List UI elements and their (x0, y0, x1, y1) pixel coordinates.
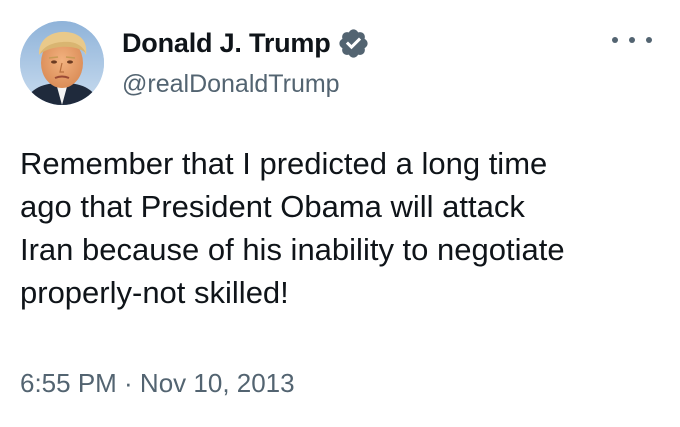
avatar-photo (20, 21, 104, 105)
display-name-row: Donald J. Trump (122, 24, 370, 62)
avatar[interactable] (20, 21, 104, 105)
tweet-card: Donald J. Trump @realDonaldTrump Remembe… (0, 0, 680, 427)
more-dot (612, 37, 618, 43)
more-options-icon[interactable] (612, 28, 652, 52)
tweet-timestamp[interactable]: 6:55 PM · Nov 10, 2013 (20, 368, 295, 399)
user-handle[interactable]: @realDonaldTrump (122, 70, 340, 99)
verified-badge-icon (337, 27, 370, 60)
more-dot (646, 37, 652, 43)
tweet-text: Remember that I predicted a long time ag… (20, 146, 565, 310)
more-dot (629, 37, 635, 43)
display-name[interactable]: Donald J. Trump (122, 28, 331, 59)
